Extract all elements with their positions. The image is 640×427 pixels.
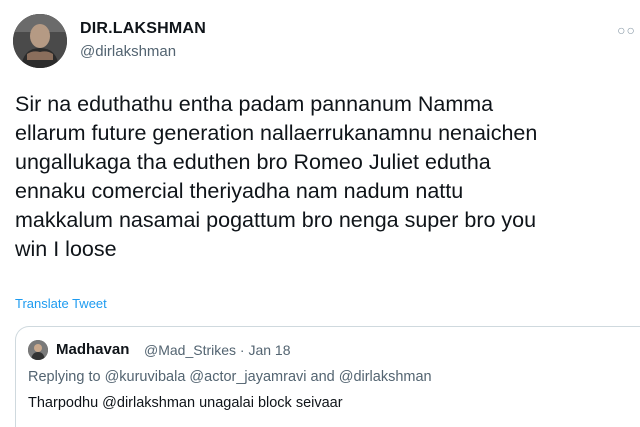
author-handle[interactable]: @dirlakshman: [80, 43, 176, 60]
quoted-handle-date: @Mad_Strikes · Jan 18: [144, 342, 291, 358]
quoted-tweet[interactable]: Madhavan @Mad_Strikes · Jan 18 Replying …: [15, 326, 640, 427]
quoted-tweet-text: Tharpodhu @dirlakshman unagalai block se…: [28, 395, 343, 411]
tweet: DIR.LAKSHMAN @dirlakshman ○○ Sir na edut…: [0, 0, 640, 427]
translate-tweet-link[interactable]: Translate Tweet: [15, 296, 107, 311]
tweet-text-line: ennaku comercial theriyadha nam nadum na…: [15, 179, 464, 203]
author-name[interactable]: DIR.LAKSHMAN: [80, 20, 206, 38]
tweet-text-line: Sir na eduthathu entha padam pannanum Na…: [15, 92, 494, 116]
tweet-text: Sir na eduthathu entha padam pannanum Na…: [15, 90, 640, 264]
quoted-replying-to: Replying to @kuruvibala @actor_jayamravi…: [28, 369, 432, 385]
tweet-text-line: ellarum future generation nallaerrukanam…: [15, 121, 538, 145]
author-avatar[interactable]: [13, 14, 67, 68]
more-options-icon[interactable]: ○○: [617, 22, 636, 38]
tweet-text-line: win I loose: [15, 237, 117, 261]
quoted-author-avatar: [28, 340, 48, 360]
tweet-text-line: makkalum nasamai pogattum bro nenga supe…: [15, 208, 537, 232]
quoted-author-name: Madhavan: [56, 341, 130, 358]
tweet-text-line: ungallukaga tha eduthen bro Romeo Juliet…: [15, 150, 491, 174]
